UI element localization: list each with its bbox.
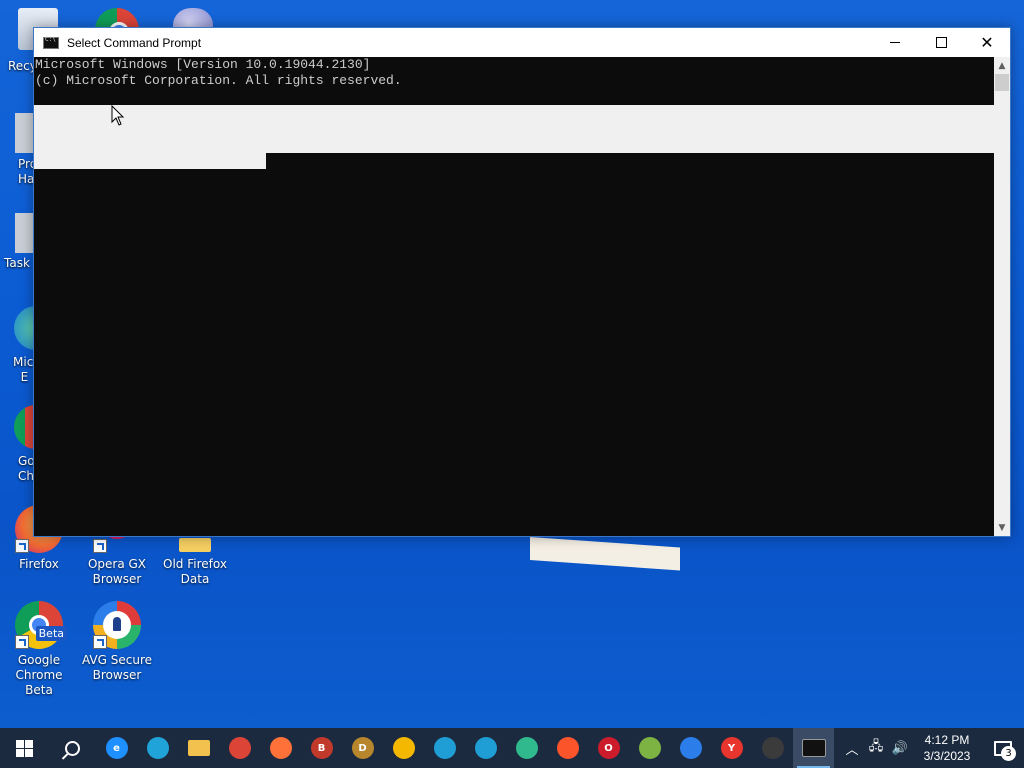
console-line: (c) Microsoft Corporation. All rights re… <box>35 73 402 88</box>
search-button[interactable] <box>48 728 96 768</box>
task-manager-icon[interactable] <box>15 213 35 253</box>
scroll-down-arrow-icon[interactable]: ▼ <box>994 519 1010 536</box>
scrollbar-thumb[interactable] <box>995 74 1009 91</box>
firefox-icon <box>269 737 292 759</box>
taskbar-app-command-prompt[interactable] <box>793 728 834 768</box>
edge-icon <box>146 737 169 759</box>
window-title: Select Command Prompt <box>67 35 202 50</box>
text-selection-highlight <box>34 105 994 153</box>
notification-count-badge: 3 <box>1001 746 1016 761</box>
desktop-icon-label-line1: AVG Secure <box>81 653 153 667</box>
taskbar-app-chrome[interactable] <box>219 728 260 768</box>
windows-logo-icon <box>15 739 33 757</box>
edge-beta-icon <box>433 737 456 759</box>
maximize-button[interactable] <box>918 28 964 57</box>
taskbar-app-internet-explorer[interactable]: e <box>96 728 137 768</box>
internet-explorer-icon: e <box>105 737 128 759</box>
obs-studio-icon <box>761 737 784 759</box>
avg-secure-browser-icon <box>93 601 141 649</box>
yandex-icon: Y <box>720 737 743 759</box>
taskbar-app-brave[interactable] <box>547 728 588 768</box>
console-output[interactable]: Microsoft Windows [Version 10.0.19044.21… <box>34 57 994 536</box>
beta-badge: Beta <box>35 626 67 641</box>
shortcut-arrow-icon <box>15 539 29 553</box>
close-button[interactable]: ✕ <box>964 28 1010 57</box>
command-prompt-icon[interactable] <box>43 36 59 49</box>
chrome-icon <box>228 737 251 759</box>
taskbar-app-edge-beta[interactable] <box>424 728 465 768</box>
cent-browser-icon <box>638 737 661 759</box>
chrome-beta-icon: Beta <box>15 601 67 649</box>
minimize-button[interactable] <box>872 28 918 57</box>
clock[interactable]: 4:12 PM 3/3/2023 <box>912 732 982 764</box>
system-tray: ︿ 🖧 🔊 4:12 PM 3/3/2023 3 <box>840 728 1024 768</box>
taskbar-app-cent-browser[interactable] <box>629 728 670 768</box>
clock-time: 4:12 PM <box>924 733 970 747</box>
desktop-icon-label-line1: Google <box>17 653 61 667</box>
process-hacker-icon[interactable] <box>15 113 35 153</box>
taskbar-app-yandex[interactable]: Y <box>711 728 752 768</box>
desktop-icon-label: Firefox <box>19 557 59 571</box>
console-line: Microsoft Windows [Version 10.0.19044.21… <box>35 57 371 72</box>
shortcut-arrow-icon <box>93 539 107 553</box>
command-prompt-window[interactable]: Select Command Prompt ✕ Microsoft Window… <box>33 27 1011 537</box>
taskbar-app-firefox[interactable] <box>260 728 301 768</box>
shortcut-arrow-icon <box>93 635 107 649</box>
desktop-icon-label-line1: Opera GX <box>87 557 147 571</box>
network-icon[interactable]: 🖧 <box>864 728 888 768</box>
taskbar-app-edge[interactable] <box>137 728 178 768</box>
desktop-icon-label-line2: Data <box>180 572 210 586</box>
edge-dev-icon <box>474 737 497 759</box>
show-hidden-icons-chevron-icon[interactable]: ︿ <box>840 728 864 768</box>
desktop-icon-label-line1: Old Firefox <box>163 557 227 571</box>
maximize-icon <box>935 37 947 48</box>
taskbar-app-edge-dev[interactable] <box>465 728 506 768</box>
desktop-icon-label-line2: Chrome Beta <box>15 668 63 697</box>
taskbar-app-chrome-beta[interactable]: B <box>301 728 342 768</box>
desktop-icon-avg-secure-browser[interactable]: AVG Secure Browser <box>79 601 155 683</box>
chrome-canary-icon <box>392 737 415 759</box>
brave-icon <box>556 737 579 759</box>
chrome-dev-icon: D <box>351 737 374 759</box>
title-bar[interactable]: Select Command Prompt ✕ <box>34 28 1010 57</box>
taskbar-app-obs-studio[interactable] <box>752 728 793 768</box>
taskbar-app-avg-secure-browser[interactable] <box>670 728 711 768</box>
taskbar-app-chrome-dev[interactable]: D <box>342 728 383 768</box>
desktop-icon-label-line2: Browser <box>92 668 142 682</box>
avg-secure-browser-icon <box>679 737 702 759</box>
file-explorer-icon <box>187 740 210 756</box>
desktop-icon-google-chrome-beta[interactable]: Beta Google Chrome Beta <box>1 601 77 698</box>
clock-date: 3/3/2023 <box>923 749 971 763</box>
taskbar-app-chrome-canary[interactable] <box>383 728 424 768</box>
scroll-up-arrow-icon[interactable]: ▲ <box>994 57 1010 74</box>
edge-canary-icon <box>515 737 538 759</box>
opera-icon: O <box>597 737 620 759</box>
action-center-button[interactable]: 3 <box>982 728 1024 768</box>
start-button[interactable] <box>0 728 48 768</box>
vertical-scrollbar[interactable]: ▲ ▼ <box>994 57 1010 536</box>
chrome-beta-icon: B <box>310 737 333 759</box>
desktop-icon-label-line2: Browser <box>92 572 142 586</box>
volume-icon[interactable]: 🔊 <box>888 728 912 768</box>
taskbar-app-file-explorer[interactable] <box>178 728 219 768</box>
background-window-fragment <box>530 537 680 571</box>
shortcut-arrow-icon <box>15 635 29 649</box>
taskbar-app-edge-canary[interactable] <box>506 728 547 768</box>
search-icon <box>64 740 80 756</box>
text-selection-highlight <box>34 153 266 169</box>
taskbar-app-opera[interactable]: O <box>588 728 629 768</box>
minimize-icon <box>890 42 900 43</box>
command-prompt-icon <box>801 739 826 757</box>
close-icon: ✕ <box>980 32 994 52</box>
microsoft-edge-label: Mic E <box>13 355 34 384</box>
taskbar: e BD O Y ︿ 🖧 🔊 4:12 PM 3/3/2023 3 <box>0 728 1024 768</box>
